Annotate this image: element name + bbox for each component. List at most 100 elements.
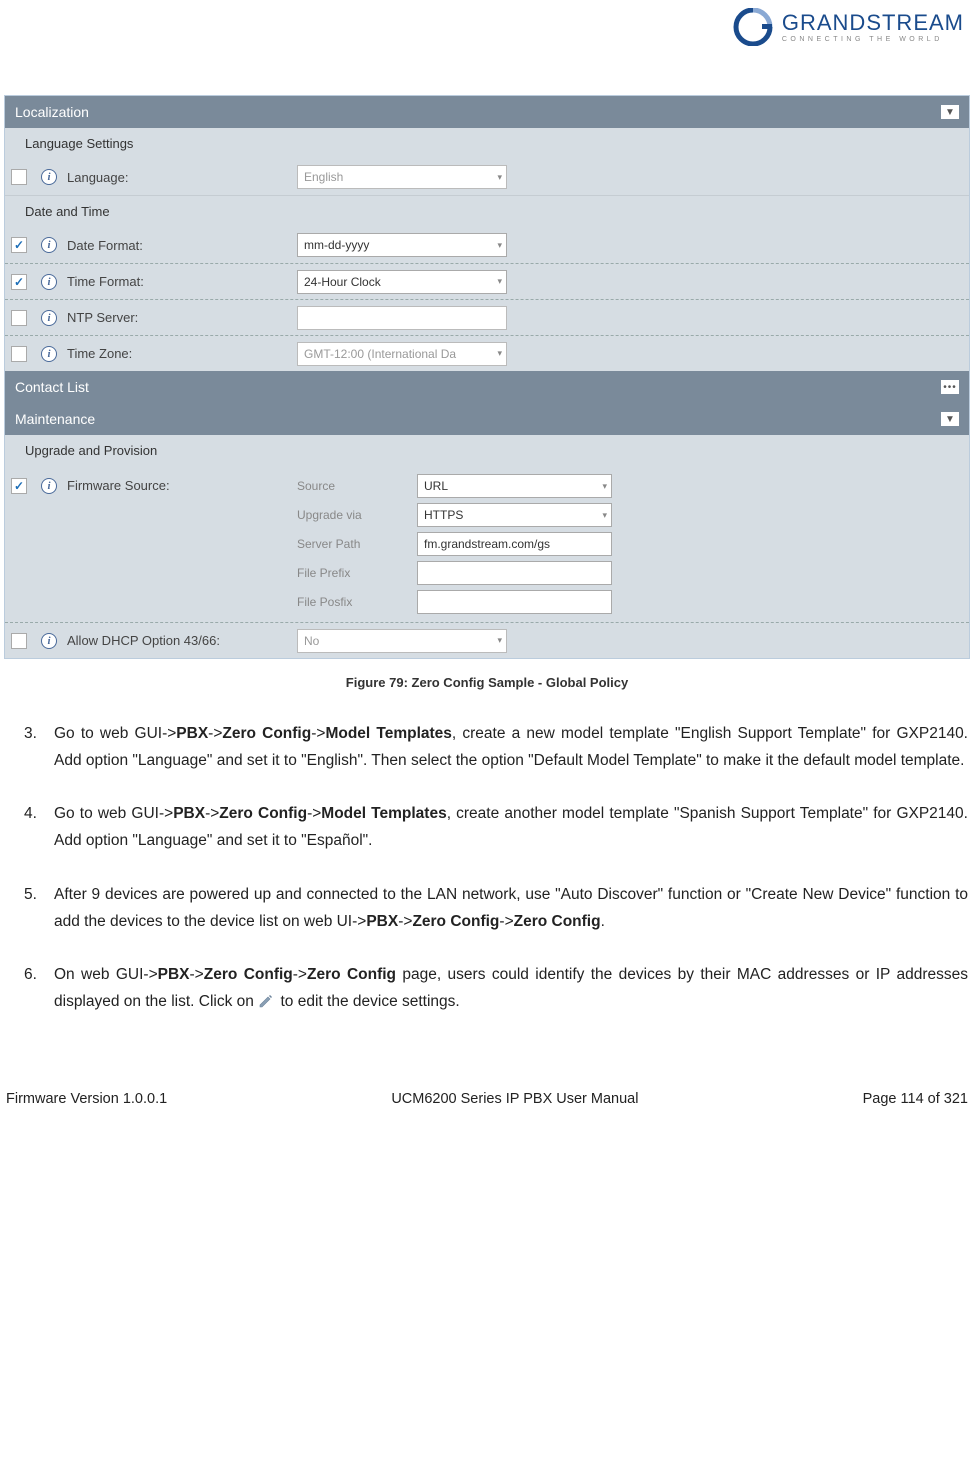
instruction-list: 3. Go to web GUI->PBX->Zero Config->Mode… bbox=[0, 720, 974, 1015]
checkbox-date-format[interactable]: ✓ bbox=[11, 237, 27, 253]
info-icon[interactable]: i bbox=[41, 633, 57, 649]
footer-firmware: Firmware Version 1.0.0.1 bbox=[6, 1091, 167, 1107]
select-language[interactable]: English ▾ bbox=[297, 165, 507, 189]
step-5: 5. After 9 devices are powered up and co… bbox=[24, 881, 968, 935]
chevron-down-icon: ▾ bbox=[497, 172, 502, 183]
row-dhcp-option: i Allow DHCP Option 43/66: No ▾ bbox=[5, 622, 969, 658]
more-icon[interactable]: ••• bbox=[941, 380, 959, 394]
chevron-down-icon: ▾ bbox=[497, 240, 502, 251]
chevron-down-icon: ▾ bbox=[497, 635, 502, 646]
step-text: On web GUI->PBX->Zero Config->Zero Confi… bbox=[54, 961, 968, 1015]
select-value: GMT-12:00 (International Da bbox=[304, 347, 456, 361]
section-label: Maintenance bbox=[15, 411, 95, 427]
input-ntp[interactable] bbox=[297, 306, 507, 330]
chevron-down-icon: ▾ bbox=[602, 481, 607, 492]
step-number: 5. bbox=[24, 881, 54, 935]
fw-path-label: Server Path bbox=[297, 537, 417, 551]
input-fw-postfix[interactable] bbox=[417, 590, 612, 614]
section-maintenance[interactable]: Maintenance ▼ bbox=[5, 403, 969, 435]
step-4: 4. Go to web GUI->PBX->Zero Config->Mode… bbox=[24, 800, 968, 854]
input-fw-prefix[interactable] bbox=[417, 561, 612, 585]
fw-via-label: Upgrade via bbox=[297, 508, 417, 522]
figure-caption: Figure 79: Zero Config Sample - Global P… bbox=[0, 675, 974, 690]
heading-upgrade: Upgrade and Provision bbox=[5, 435, 969, 466]
checkbox-dhcp[interactable] bbox=[11, 633, 27, 649]
section-localization[interactable]: Localization ▼ bbox=[5, 96, 969, 128]
footer-title: UCM6200 Series IP PBX User Manual bbox=[391, 1091, 638, 1107]
checkbox-language[interactable] bbox=[11, 169, 27, 185]
page-header: GRANDSTREAM CONNECTING THE WORLD bbox=[0, 0, 974, 50]
footer-page: Page 114 of 321 bbox=[863, 1091, 968, 1107]
input-fw-path[interactable]: fm.grandstream.com/gs bbox=[417, 532, 612, 556]
label-time-format: Time Format: bbox=[67, 274, 297, 289]
row-time-format: ✓ i Time Format: 24-Hour Clock ▾ bbox=[5, 263, 969, 299]
heading-language-settings: Language Settings bbox=[5, 128, 969, 159]
label-ntp: NTP Server: bbox=[67, 310, 297, 325]
fw-via-row: Upgrade via HTTPS ▾ bbox=[297, 503, 612, 527]
brand-text: GRANDSTREAM CONNECTING THE WORLD bbox=[782, 12, 964, 43]
fw-source-row: Source URL ▾ bbox=[297, 474, 612, 498]
info-icon[interactable]: i bbox=[41, 310, 57, 326]
page-footer: Firmware Version 1.0.0.1 UCM6200 Series … bbox=[0, 1041, 974, 1119]
step-6: 6. On web GUI->PBX->Zero Config->Zero Co… bbox=[24, 961, 968, 1015]
brand-name: GRANDSTREAM bbox=[782, 12, 964, 34]
select-value: English bbox=[304, 170, 343, 184]
step-text: After 9 devices are powered up and conne… bbox=[54, 881, 968, 935]
select-fw-source[interactable]: URL ▾ bbox=[417, 474, 612, 498]
select-dhcp[interactable]: No ▾ bbox=[297, 629, 507, 653]
checkbox-time-format[interactable]: ✓ bbox=[11, 274, 27, 290]
label-firmware: Firmware Source: bbox=[67, 474, 297, 493]
info-icon[interactable]: i bbox=[41, 237, 57, 253]
section-contact-list[interactable]: Contact List ••• bbox=[5, 371, 969, 403]
select-timezone[interactable]: GMT-12:00 (International Da ▾ bbox=[297, 342, 507, 366]
section-label: Localization bbox=[15, 104, 89, 120]
label-date-format: Date Format: bbox=[67, 238, 297, 253]
step-3: 3. Go to web GUI->PBX->Zero Config->Mode… bbox=[24, 720, 968, 774]
firmware-fields: Source URL ▾ Upgrade via HTTPS ▾ Server … bbox=[297, 474, 612, 614]
select-value: 24-Hour Clock bbox=[304, 275, 381, 289]
checkbox-timezone[interactable] bbox=[11, 346, 27, 362]
info-icon[interactable]: i bbox=[41, 346, 57, 362]
select-date-format[interactable]: mm-dd-yyyy ▾ bbox=[297, 233, 507, 257]
label-dhcp: Allow DHCP Option 43/66: bbox=[67, 633, 297, 648]
config-panel: Localization ▼ Language Settings i Langu… bbox=[4, 95, 970, 659]
label-timezone: Time Zone: bbox=[67, 346, 297, 361]
step-number: 3. bbox=[24, 720, 54, 774]
collapse-icon[interactable]: ▼ bbox=[941, 412, 959, 426]
section-label: Contact List bbox=[15, 379, 89, 395]
brand-tagline: CONNECTING THE WORLD bbox=[782, 36, 964, 43]
fw-postfix-label: File Posfix bbox=[297, 595, 417, 609]
heading-date-time: Date and Time bbox=[5, 195, 969, 227]
select-fw-via[interactable]: HTTPS ▾ bbox=[417, 503, 612, 527]
chevron-down-icon: ▾ bbox=[497, 348, 502, 359]
info-icon[interactable]: i bbox=[41, 169, 57, 185]
pencil-edit-icon bbox=[258, 994, 276, 1008]
chevron-down-icon: ▾ bbox=[497, 276, 502, 287]
select-value: URL bbox=[424, 479, 448, 493]
fw-source-label: Source bbox=[297, 479, 417, 493]
row-firmware-source: ✓ i Firmware Source: Source URL ▾ Upgrad… bbox=[5, 466, 969, 622]
row-date-format: ✓ i Date Format: mm-dd-yyyy ▾ bbox=[5, 227, 969, 263]
select-value: No bbox=[304, 634, 319, 648]
label-language: Language: bbox=[67, 170, 297, 185]
checkbox-firmware[interactable]: ✓ bbox=[11, 478, 27, 494]
info-icon[interactable]: i bbox=[41, 478, 57, 494]
row-language: i Language: English ▾ bbox=[5, 159, 969, 195]
fw-postfix-row: File Posfix bbox=[297, 590, 612, 614]
select-value: mm-dd-yyyy bbox=[304, 238, 369, 252]
collapse-icon[interactable]: ▼ bbox=[941, 105, 959, 119]
step-number: 4. bbox=[24, 800, 54, 854]
input-value: fm.grandstream.com/gs bbox=[424, 537, 550, 551]
fw-prefix-label: File Prefix bbox=[297, 566, 417, 580]
checkbox-ntp[interactable] bbox=[11, 310, 27, 326]
fw-prefix-row: File Prefix bbox=[297, 561, 612, 585]
fw-path-row: Server Path fm.grandstream.com/gs bbox=[297, 532, 612, 556]
grandstream-logo-icon bbox=[732, 8, 774, 46]
step-number: 6. bbox=[24, 961, 54, 1015]
step-text: Go to web GUI->PBX->Zero Config->Model T… bbox=[54, 720, 968, 774]
info-icon[interactable]: i bbox=[41, 274, 57, 290]
row-timezone: i Time Zone: GMT-12:00 (International Da… bbox=[5, 335, 969, 371]
select-time-format[interactable]: 24-Hour Clock ▾ bbox=[297, 270, 507, 294]
select-value: HTTPS bbox=[424, 508, 463, 522]
chevron-down-icon: ▾ bbox=[602, 510, 607, 521]
